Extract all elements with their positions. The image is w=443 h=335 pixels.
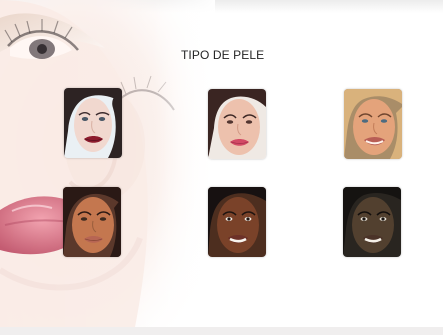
presentation-screen: TIPO DE PELE bbox=[0, 0, 443, 335]
skin-type-title: TIPO DE PELE bbox=[181, 48, 265, 62]
skin-type-2-thumbnail[interactable] bbox=[208, 89, 266, 159]
skin-type-slide: TIPO DE PELE bbox=[0, 0, 443, 327]
dark-skin-face-icon bbox=[343, 187, 401, 257]
skin-type-5-thumbnail[interactable] bbox=[208, 187, 266, 257]
skin-type-6-thumbnail[interactable] bbox=[343, 187, 401, 257]
brown-skin-face-icon bbox=[208, 187, 266, 257]
tan-skin-dark-hair-face-icon bbox=[63, 187, 121, 257]
fair-skin-dark-hair-face-icon bbox=[208, 89, 266, 159]
light-tan-blonde-hair-face-icon bbox=[344, 89, 402, 159]
skin-type-1-thumbnail[interactable] bbox=[64, 88, 122, 158]
light-skin-dark-hair-face-icon bbox=[64, 88, 122, 158]
bottom-strip bbox=[0, 327, 443, 335]
skin-type-4-thumbnail[interactable] bbox=[63, 187, 121, 257]
skin-type-3-thumbnail[interactable] bbox=[344, 89, 402, 159]
